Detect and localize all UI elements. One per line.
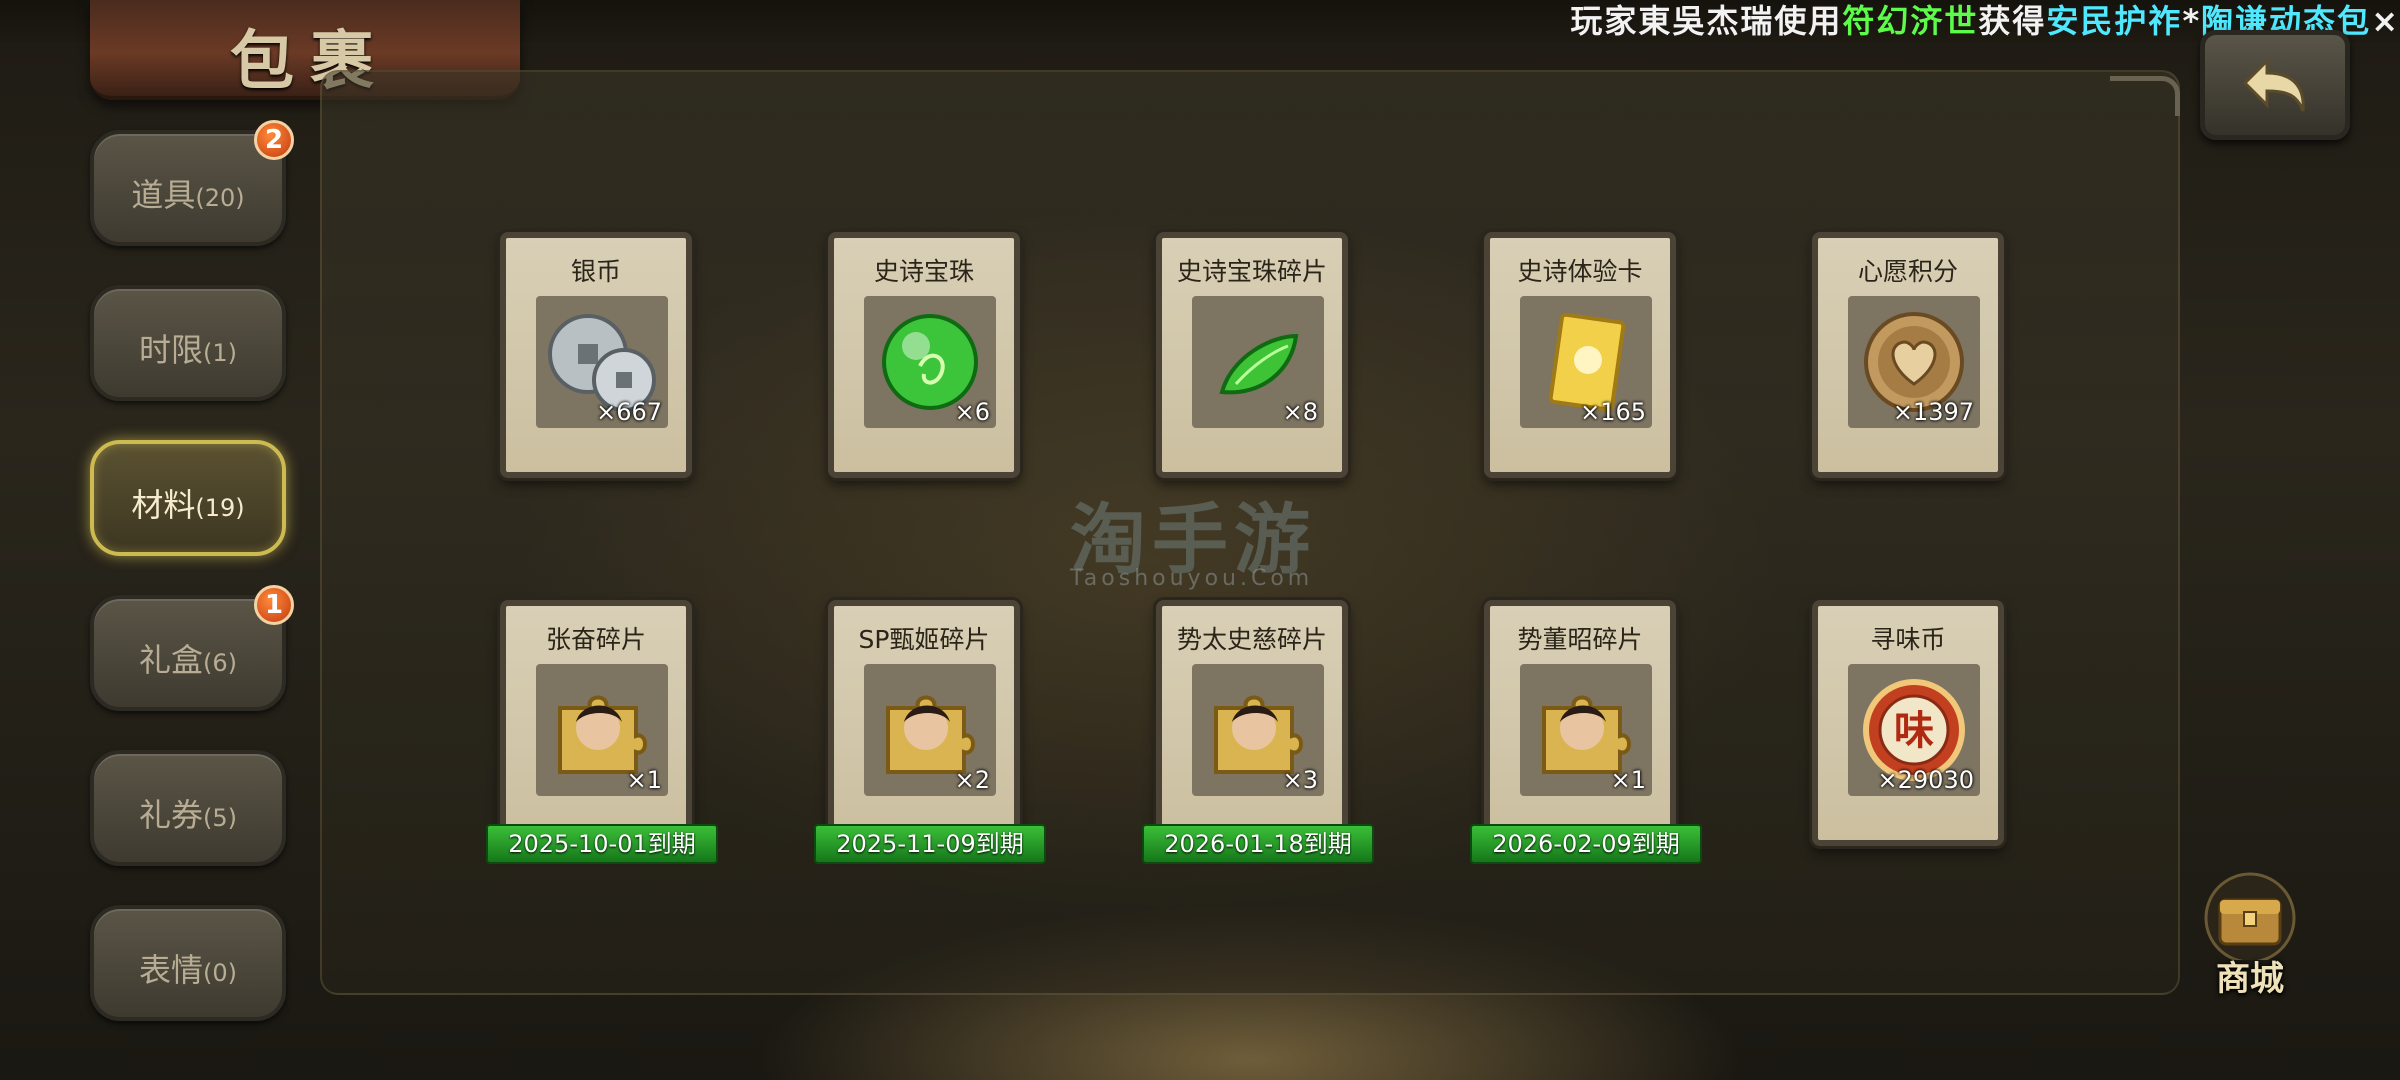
item-quantity: ×1 xyxy=(626,766,662,794)
item-card[interactable]: 史诗体验卡 ×165 xyxy=(1484,232,1676,478)
item-quantity: ×6 xyxy=(954,398,990,426)
ticker-verb: 使用 xyxy=(1774,2,1843,40)
ticker-player-name: 東吳杰瑞 xyxy=(1638,2,1775,40)
tab-category-5[interactable]: 表情(0) xyxy=(90,905,286,1021)
tab-category-4[interactable]: 礼券(5) xyxy=(90,750,286,866)
tab-label-text: 时限 xyxy=(138,331,203,369)
tab-label: 材料(19) xyxy=(94,480,282,526)
item-quantity: ×667 xyxy=(596,398,662,426)
tab-label-text: 表情 xyxy=(138,951,203,989)
back-button[interactable] xyxy=(2200,30,2350,140)
tab-category-1[interactable]: 时限(1) xyxy=(90,285,286,401)
tab-category-0[interactable]: 道具(20) 2 xyxy=(90,120,294,246)
item-icon-frame: 味 ×29030 xyxy=(1848,664,1980,796)
item-icon-frame: ×6 xyxy=(864,296,996,428)
item-card[interactable]: 势董昭碎片 ×1 2026-02-09到期 xyxy=(1470,600,1702,864)
tab-label: 礼盒(6) xyxy=(94,635,282,681)
ticker-tail: × xyxy=(2371,2,2400,40)
tab-label-text: 礼券 xyxy=(138,796,203,834)
item-card[interactable]: 史诗宝珠碎片 ×8 xyxy=(1156,232,1348,478)
item-card[interactable]: 心愿积分 ×1397 xyxy=(1812,232,2004,478)
expiry-banner: 2026-01-18到期 xyxy=(1142,824,1374,864)
ticker-separator: * xyxy=(2182,2,2202,40)
item-name: 史诗体验卡 xyxy=(1517,257,1643,286)
item-card[interactable]: 势太史慈碎片 ×3 2026-01-18到期 xyxy=(1142,600,1374,864)
ticker-item: 符幻济世 xyxy=(1842,2,1979,40)
item-icon-frame: ×165 xyxy=(1520,296,1652,428)
item-name: 张奋碎片 xyxy=(545,625,646,654)
item-icon-frame: ×3 xyxy=(1192,664,1324,796)
tab-label: 时限(1) xyxy=(94,325,282,371)
item-icon-frame: ×667 xyxy=(536,296,668,428)
item-icon-frame: ×1 xyxy=(1520,664,1652,796)
item-card[interactable]: 寻味币味 ×29030 xyxy=(1812,600,2004,846)
notification-badge: 1 xyxy=(254,585,294,625)
svg-text:味: 味 xyxy=(1894,708,1934,754)
item-quantity: ×2 xyxy=(954,766,990,794)
notification-badge: 2 xyxy=(254,120,294,160)
item-name: 银币 xyxy=(570,257,621,286)
shop-button[interactable]: 商城 xyxy=(2190,870,2310,1000)
tab-count: (1) xyxy=(203,339,237,367)
item-name: SP甄姬碎片 xyxy=(858,625,990,654)
shop-label: 商城 xyxy=(2216,959,2284,999)
back-arrow-icon xyxy=(2242,57,2305,112)
ticker-reward: 安民护祚 xyxy=(2046,2,2183,40)
item-card[interactable]: 史诗宝珠 ×6 xyxy=(828,232,1020,478)
item-quantity: ×29030 xyxy=(1877,766,1974,794)
item-quantity: ×3 xyxy=(1282,766,1318,794)
tab-label-text: 礼盒 xyxy=(138,641,203,679)
expiry-banner: 2026-02-09到期 xyxy=(1470,824,1702,864)
tab-count: (0) xyxy=(203,959,237,987)
expiry-banner: 2025-10-01到期 xyxy=(486,824,718,864)
item-name: 势太史慈碎片 xyxy=(1176,625,1327,654)
item-card[interactable]: 银币 ×667 xyxy=(500,232,692,478)
treasure-chest-icon xyxy=(2204,872,2296,960)
tab-label: 礼券(5) xyxy=(94,790,282,836)
panel-corner-ornament xyxy=(2110,76,2180,116)
item-card[interactable]: SP甄姬碎片 ×2 2025-11-09到期 xyxy=(814,600,1046,864)
item-icon-frame: ×8 xyxy=(1192,296,1324,428)
item-quantity: ×165 xyxy=(1580,398,1646,426)
tab-category-2[interactable]: 材料(19) xyxy=(90,440,286,556)
tab-count: (5) xyxy=(203,804,237,832)
item-name: 史诗宝珠碎片 xyxy=(1176,257,1327,286)
ticker-got: 获得 xyxy=(1978,2,2047,40)
ticker-prefix: 玩家 xyxy=(1570,2,1639,40)
tab-label: 表情(0) xyxy=(94,945,282,991)
item-icon-frame: ×1 xyxy=(536,664,668,796)
tab-count: (6) xyxy=(203,649,237,677)
item-name: 势董昭碎片 xyxy=(1517,625,1643,654)
item-quantity: ×1397 xyxy=(1892,398,1974,426)
tab-count: (19) xyxy=(195,494,245,522)
tab-label-text: 材料 xyxy=(131,486,196,524)
watermark-url: Taoshouyou.Com xyxy=(1070,566,1314,591)
tab-count: (20) xyxy=(195,184,245,212)
tab-category-3[interactable]: 礼盒(6) 1 xyxy=(90,585,294,711)
tab-label: 道具(20) xyxy=(94,170,282,216)
item-name: 心愿积分 xyxy=(1857,257,1958,286)
item-quantity: ×8 xyxy=(1282,398,1318,426)
item-quantity: ×1 xyxy=(1610,766,1646,794)
item-icon-frame: ×2 xyxy=(864,664,996,796)
expiry-banner: 2025-11-09到期 xyxy=(814,824,1046,864)
item-icon-frame: ×1397 xyxy=(1848,296,1980,428)
item-name: 史诗宝珠 xyxy=(873,257,974,286)
tab-label-text: 道具 xyxy=(131,176,196,214)
item-card[interactable]: 张奋碎片 ×1 2025-10-01到期 xyxy=(486,600,718,864)
item-name: 寻味币 xyxy=(1870,625,1946,654)
